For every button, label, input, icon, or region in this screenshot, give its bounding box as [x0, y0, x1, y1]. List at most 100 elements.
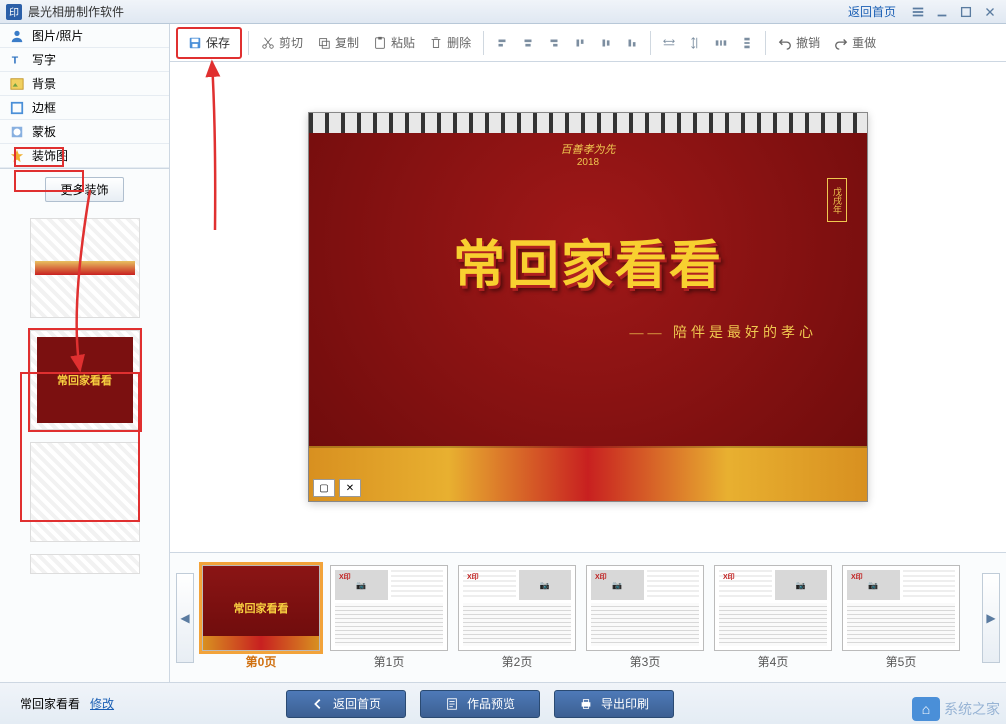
app-icon: 印	[6, 4, 22, 20]
undo-button[interactable]: 撤销	[772, 29, 826, 57]
minimize-button[interactable]	[932, 4, 952, 20]
image-icon	[10, 77, 24, 91]
page-tool-delete[interactable]: ✕	[339, 479, 361, 497]
decoration-thumb[interactable]: 常回家看看	[30, 330, 140, 430]
mask-icon	[10, 125, 24, 139]
close-button[interactable]	[980, 4, 1000, 20]
same-width-button[interactable]	[657, 30, 681, 56]
align-center-h-button[interactable]	[516, 30, 540, 56]
distribute-h-button[interactable]	[709, 30, 733, 56]
watermark-icon: ⌂	[912, 697, 940, 721]
svg-text:T: T	[12, 54, 19, 66]
page-item-5[interactable]: X印📷 第5页	[842, 565, 960, 670]
distribute-v-button[interactable]	[735, 30, 759, 56]
sidebar-label: 装饰图	[32, 147, 68, 164]
page-thumb: X印📷	[714, 565, 832, 651]
decoration-list[interactable]: 常回家看看	[0, 210, 169, 682]
page-item-3[interactable]: X印📷 第3页	[586, 565, 704, 670]
page-nav-prev[interactable]: ◀	[176, 573, 194, 663]
calendar-top-text: 百善孝为先	[309, 133, 867, 157]
page-thumb: X印📷	[330, 565, 448, 651]
decoration-thumb[interactable]	[30, 554, 140, 574]
page-item-0[interactable]: 常回家看看 第0页	[202, 565, 320, 670]
page-scroll[interactable]: 常回家看看 第0页 X印📷 第1页 X印📷 第2页 X印📷 第3页 X印📷	[198, 561, 978, 674]
decoration-thumb[interactable]	[30, 442, 140, 542]
page-thumb: X印📷	[842, 565, 960, 651]
page-item-4[interactable]: X印📷 第4页	[714, 565, 832, 670]
sidebar-label: 背景	[32, 75, 56, 92]
maximize-button[interactable]	[956, 4, 976, 20]
save-label: 保存	[206, 34, 230, 51]
delete-button[interactable]: 删除	[423, 29, 477, 57]
flowers-decoration	[309, 446, 867, 501]
page-tool-expand[interactable]: ▢	[313, 479, 335, 497]
copy-label: 复制	[335, 34, 359, 51]
bottom-bar: 常回家看看 修改 返回首页 作品预览 导出印刷	[0, 682, 1006, 724]
modify-link[interactable]: 修改	[90, 695, 114, 712]
page-label: 第5页	[886, 653, 917, 670]
sidebar: 图片/照片 T 写字 背景 边框 蒙板 装饰图	[0, 24, 170, 682]
decoration-preview: 常回家看看	[37, 337, 133, 423]
home-link[interactable]: 返回首页	[848, 3, 896, 20]
border-icon	[10, 101, 24, 115]
sidebar-item-photos[interactable]: 图片/照片	[0, 24, 169, 48]
page-thumb: X印📷	[586, 565, 704, 651]
page-label: 第1页	[374, 653, 405, 670]
sidebar-item-mask[interactable]: 蒙板	[0, 120, 169, 144]
cut-button[interactable]: 剪切	[255, 29, 309, 57]
calendar-main-text[interactable]: 常回家看看	[309, 223, 867, 298]
export-button[interactable]: 导出印刷	[554, 690, 674, 718]
page-label: 第2页	[502, 653, 533, 670]
main-area: 保存 剪切 复制 粘贴 删除	[170, 24, 1006, 682]
sidebar-item-text[interactable]: T 写字	[0, 48, 169, 72]
undo-label: 撤销	[796, 34, 820, 51]
calendar-subtitle: —— 陪伴是最好的孝心	[309, 322, 867, 342]
page-nav-next[interactable]: ▶	[982, 573, 1000, 663]
sidebar-item-decoration[interactable]: 装饰图	[0, 144, 169, 168]
paste-icon	[373, 36, 387, 50]
redo-button[interactable]: 重做	[828, 29, 882, 57]
page-label: 第4页	[758, 653, 789, 670]
same-height-button[interactable]	[683, 30, 707, 56]
align-center-v-button[interactable]	[594, 30, 618, 56]
sidebar-item-background[interactable]: 背景	[0, 72, 169, 96]
delete-label: 删除	[447, 34, 471, 51]
page-item-1[interactable]: X印📷 第1页	[330, 565, 448, 670]
save-button[interactable]: 保存	[176, 27, 242, 59]
paste-button[interactable]: 粘贴	[367, 29, 421, 57]
copy-icon	[317, 36, 331, 50]
sidebar-label: 蒙板	[32, 123, 56, 140]
print-icon	[579, 697, 593, 711]
back-home-button[interactable]: 返回首页	[286, 690, 406, 718]
sidebar-item-border[interactable]: 边框	[0, 96, 169, 120]
sidebar-label: 边框	[32, 99, 56, 116]
copy-button[interactable]: 复制	[311, 29, 365, 57]
export-label: 导出印刷	[601, 695, 649, 712]
settings-dropdown-button[interactable]	[908, 4, 928, 20]
align-left-button[interactable]	[490, 30, 514, 56]
back-icon	[311, 697, 325, 711]
preview-label: 作品预览	[467, 695, 515, 712]
toolbar: 保存 剪切 复制 粘贴 删除	[170, 24, 1006, 62]
align-bottom-button[interactable]	[620, 30, 644, 56]
watermark: ⌂ 系统之家	[912, 697, 1000, 721]
page-strip: ◀ 常回家看看 第0页 X印📷 第1页 X印📷 第2页 X印📷 第3页	[170, 552, 1006, 682]
calendar-page[interactable]: 百善孝为先 2018 戊戌年 常回家看看 —— 陪伴是最好的孝心 ▢ ✕	[308, 112, 868, 502]
align-top-button[interactable]	[568, 30, 592, 56]
preview-button[interactable]: 作品预览	[420, 690, 540, 718]
sidebar-label: 图片/照片	[32, 27, 83, 44]
decoration-thumb[interactable]	[30, 218, 140, 318]
text-icon: T	[10, 53, 24, 67]
more-decoration-button[interactable]: 更多装饰	[45, 177, 123, 202]
canvas-area[interactable]: 百善孝为先 2018 戊戌年 常回家看看 —— 陪伴是最好的孝心 ▢ ✕	[170, 62, 1006, 552]
page-thumb: X印📷	[458, 565, 576, 651]
page-label: 第3页	[630, 653, 661, 670]
page-thumb: 常回家看看	[202, 565, 320, 651]
calendar-year: 2018	[309, 157, 867, 168]
redo-icon	[834, 36, 848, 50]
align-right-button[interactable]	[542, 30, 566, 56]
person-icon	[10, 29, 24, 43]
doc-icon	[445, 697, 459, 711]
paste-label: 粘贴	[391, 34, 415, 51]
page-item-2[interactable]: X印📷 第2页	[458, 565, 576, 670]
